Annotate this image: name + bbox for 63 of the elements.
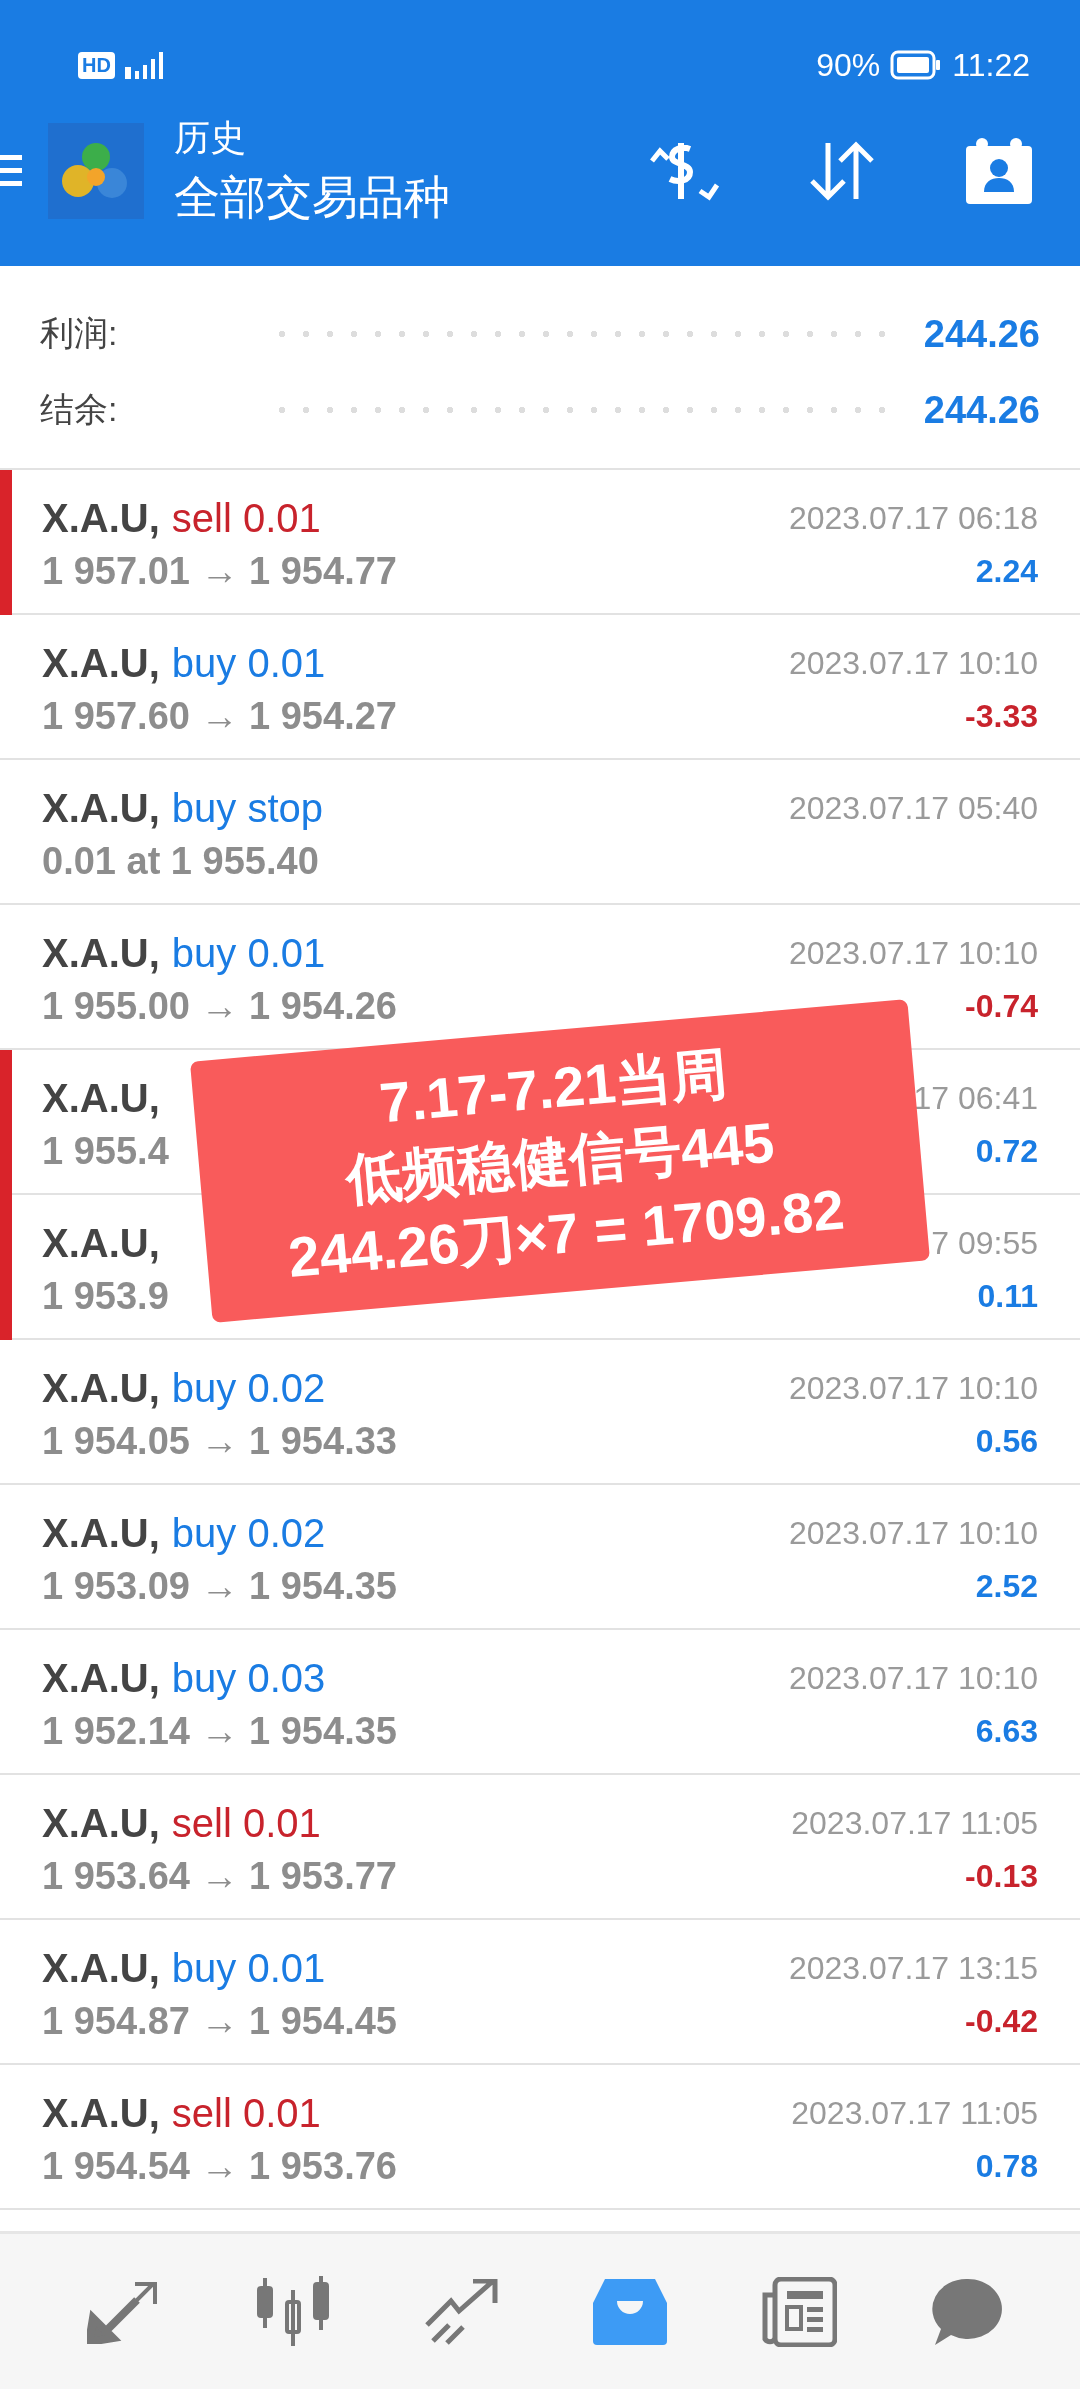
trade-prices: 1 953.64 → 1 953.77: [42, 1854, 397, 1898]
trade-profit: 0.72: [975, 1132, 1038, 1170]
trade-time: 2023.07.17 10:10: [788, 934, 1038, 972]
trade-title[interactable]: X.A.U, buy 0.03: [42, 1655, 326, 1701]
trade-prices: 0.01 at 1 955.40: [42, 839, 319, 883]
trade-profit: 0.56: [975, 1422, 1038, 1460]
trade-time: 7 09:55: [931, 1224, 1038, 1262]
trade-profit: -0.74: [965, 987, 1038, 1025]
trade-time: 2023.07.17 10:10: [788, 644, 1038, 682]
summary-value: 244.26: [923, 388, 1040, 432]
trade-time: 2023.07.17 11:05: [791, 2094, 1038, 2132]
trade-profit: 0.11: [977, 1277, 1038, 1315]
trade-time: 2023.07.17 11:05: [791, 1804, 1038, 1842]
battery-icon: [890, 50, 943, 80]
screen-title: 历史: [174, 115, 247, 160]
trade-time: 2023.07.17 06:18: [788, 499, 1038, 537]
trade-title[interactable]: X.A.U, buy 0.02: [42, 1365, 326, 1411]
trend-arrow-icon[interactable]: [425, 2278, 499, 2345]
trade-title[interactable]: X.A.U,: [42, 1220, 172, 1266]
trade-title[interactable]: X.A.U, buy 0.01: [42, 1945, 326, 1991]
trade-title[interactable]: X.A.U,: [42, 1075, 172, 1121]
newspaper-icon[interactable]: [761, 2276, 837, 2347]
trade-prices: 1 953.09 → 1 954.35: [42, 1564, 397, 1608]
trade-profit: -3.33: [965, 697, 1038, 735]
trade-title[interactable]: X.A.U, buy 0.01: [42, 640, 326, 686]
symbol-filter[interactable]: 全部交易品种: [174, 166, 450, 229]
trade-profit: 0.78: [975, 2147, 1038, 2185]
trade-prices: 1 954.87 → 1 954.45: [42, 1999, 397, 2043]
trade-title[interactable]: X.A.U, buy 0.01: [42, 930, 326, 976]
trade-time: 2023.07.17 13:15: [788, 1949, 1038, 1987]
inbox-icon[interactable]: [593, 2278, 667, 2345]
clock: 11:22: [952, 46, 1030, 84]
trade-title[interactable]: X.A.U, sell 0.01: [42, 495, 321, 541]
candlestick-icon[interactable]: [255, 2275, 331, 2348]
app-logo-icon: [48, 123, 144, 219]
battery-percent: 90%: [816, 46, 881, 84]
trade-time: 2023.07.17 10:10: [788, 1369, 1038, 1407]
trade-prices: 1 953.9: [42, 1274, 169, 1318]
trade-prices: 1 954.54 → 1 953.76: [42, 2144, 397, 2188]
summary-label: 结余:: [40, 389, 119, 430]
trade-prices: 1 957.01 → 1 954.77: [42, 549, 397, 593]
trade-title[interactable]: X.A.U, sell 0.01: [42, 1800, 321, 1846]
summary-value: 244.26: [923, 312, 1040, 356]
trade-time: 2023.07.17 10:10: [788, 1514, 1038, 1552]
trade-time: 2023.07.17 05:40: [788, 789, 1038, 827]
trade-title[interactable]: X.A.U, sell 0.01: [42, 2090, 321, 2136]
trade-title[interactable]: X.A.U, buy stop: [42, 785, 323, 831]
hd-badge: HD: [78, 51, 115, 79]
trade-prices: 1 954.05 → 1 954.33: [42, 1419, 397, 1463]
calendar-person-icon[interactable]: [964, 136, 1034, 206]
summary-label: 利润:: [40, 313, 119, 354]
trade-prices: 1 955.4: [42, 1129, 169, 1173]
sort-icon[interactable]: [808, 139, 876, 203]
trade-profit: 2.52: [975, 1567, 1038, 1605]
trade-title[interactable]: X.A.U, buy 0.02: [42, 1510, 326, 1556]
trade-profit: 6.63: [975, 1712, 1038, 1750]
chat-bubble-icon[interactable]: [931, 2276, 1003, 2347]
trade-profit: 2.24: [975, 552, 1038, 590]
trade-prices: 1 957.60 → 1 954.27: [42, 694, 397, 738]
trade-prices: 1 952.14 → 1 954.35: [42, 1709, 397, 1753]
trade-time: 2023.07.17 10:10: [788, 1659, 1038, 1697]
trade-profit: -0.13: [965, 1857, 1038, 1895]
trade-profit: -0.42: [965, 2002, 1038, 2040]
